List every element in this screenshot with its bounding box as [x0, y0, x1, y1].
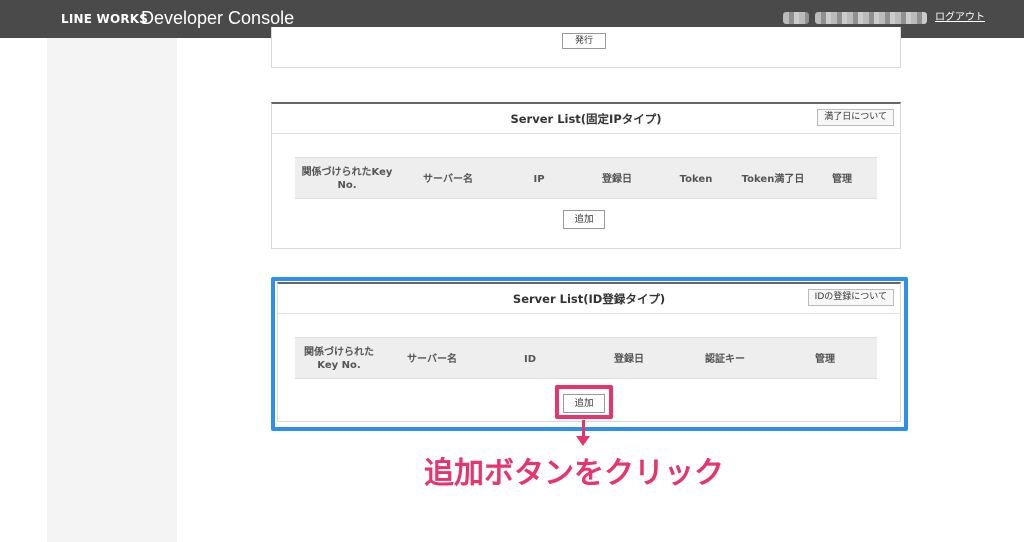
- column-key-no: 関係づけられたKey No.: [301, 167, 393, 191]
- column-token: Token: [679, 173, 713, 185]
- column-token-expiry: Token満了日: [741, 173, 805, 185]
- panel-title: Server List(固定IPタイプ): [510, 112, 662, 126]
- expiry-info-button[interactable]: 満了日について: [817, 109, 894, 126]
- add-button[interactable]: 追加: [563, 210, 605, 229]
- panel-header: Server List(固定IPタイプ) 満了日について: [272, 104, 900, 134]
- column-manage: 管理: [832, 173, 852, 185]
- callout-text: 追加ボタンをクリック: [424, 456, 724, 491]
- arrow-down-icon: [576, 436, 590, 446]
- add-button-highlight: [555, 385, 613, 419]
- column-registered-date: 登録日: [602, 173, 632, 185]
- arrow-shaft: [582, 420, 585, 437]
- sidebar: [47, 38, 177, 542]
- user-email-blurred: [815, 12, 927, 24]
- column-ip: IP: [533, 173, 545, 185]
- user-name-blurred: [783, 12, 809, 24]
- column-server-name: サーバー名: [423, 173, 473, 185]
- issue-button[interactable]: 発行: [562, 33, 606, 49]
- api-panel: 発行: [271, 27, 901, 68]
- server-list-fixed-ip-panel: Server List(固定IPタイプ) 満了日について 関係づけられたKey …: [271, 102, 901, 249]
- brand-logo[interactable]: LINE WORKS: [61, 9, 148, 29]
- table-header: 関係づけられたKey No. サーバー名 IP 登録日 Token Token満…: [295, 157, 877, 199]
- logout-link[interactable]: ログアウト: [935, 11, 985, 25]
